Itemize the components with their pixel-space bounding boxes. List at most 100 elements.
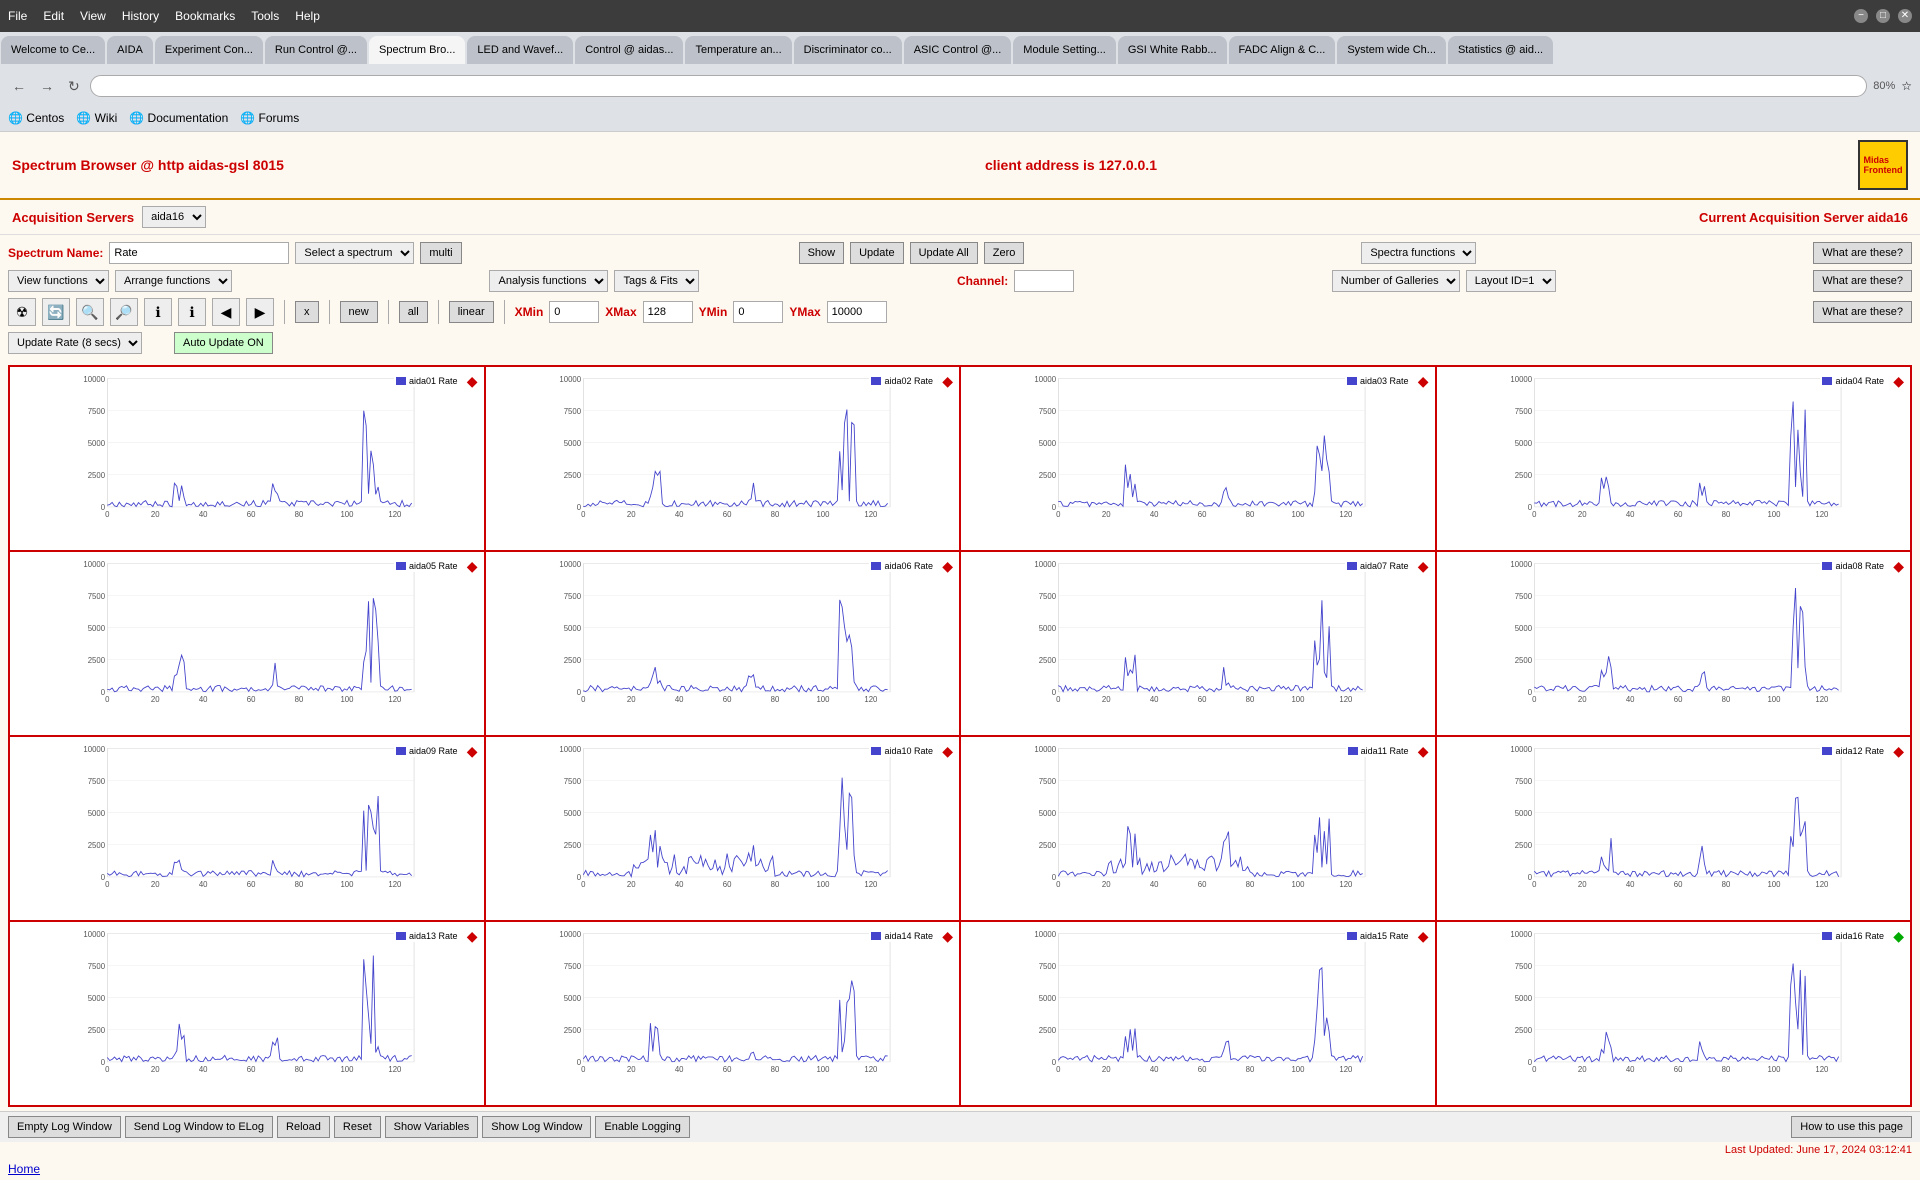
address-input[interactable]: localhost:8015/Spectrum/Spectrum.tml (90, 75, 1867, 97)
show-log-btn[interactable]: Show Log Window (482, 1116, 591, 1138)
update-all-btn[interactable]: Update All (910, 242, 978, 264)
empty-log-btn[interactable]: Empty Log Window (8, 1116, 121, 1138)
enable-logging-btn[interactable]: Enable Logging (595, 1116, 689, 1138)
tab-control[interactable]: Control @ aidas... (575, 36, 683, 64)
tab-temperature[interactable]: Temperature an... (685, 36, 791, 64)
chart-cell-aida04[interactable]: ◆ aida04 Rate 02500500075001000002040608… (1437, 367, 1913, 552)
menu-edit[interactable]: Edit (43, 9, 64, 23)
what-are-these-2-btn[interactable]: What are these? (1813, 270, 1912, 292)
bookmark-star[interactable]: ☆ (1901, 79, 1912, 93)
channel-input[interactable] (1014, 270, 1074, 292)
maximize-btn[interactable]: □ (1876, 9, 1890, 23)
update-icon-btn[interactable]: 🔄 (42, 298, 70, 326)
tab-statistics[interactable]: Statistics @ aid... (1448, 36, 1553, 64)
select-spectrum-dropdown[interactable]: Select a spectrum (295, 242, 414, 264)
home-link[interactable]: Home (8, 1162, 40, 1176)
tab-asic[interactable]: ASIC Control @... (904, 36, 1012, 64)
chart-cell-aida11[interactable]: ◆ aida11 Rate 02500500075001000002040608… (961, 737, 1437, 922)
info2-icon-btn[interactable]: ℹ (178, 298, 206, 326)
bookmark-documentation[interactable]: 🌐 Documentation (129, 111, 228, 125)
show-btn[interactable]: Show (799, 242, 845, 264)
tab-led[interactable]: LED and Wavef... (467, 36, 573, 64)
chart-cell-aida06[interactable]: ◆ aida06 Rate 02500500075001000002040608… (486, 552, 962, 737)
reload-btn[interactable]: ↻ (64, 76, 84, 97)
tab-aida[interactable]: AIDA (107, 36, 153, 64)
back-btn[interactable]: ← (8, 76, 30, 96)
xmin-input[interactable] (549, 301, 599, 323)
ctrl-row-4: Update Rate (8 secs) Auto Update ON (8, 329, 1912, 357)
chart-cell-aida07[interactable]: ◆ aida07 Rate 02500500075001000002040608… (961, 552, 1437, 737)
arrange-functions-select[interactable]: Arrange functions (115, 270, 232, 292)
radiation-icon-btn[interactable]: ☢ (8, 298, 36, 326)
linear-btn[interactable]: linear (449, 301, 494, 323)
zero-btn[interactable]: Zero (984, 242, 1025, 264)
chart-cell-aida05[interactable]: ◆ aida05 Rate 02500500075001000002040608… (10, 552, 486, 737)
all-btn[interactable]: all (399, 301, 428, 323)
auto-update-btn[interactable]: Auto Update ON (174, 332, 273, 354)
x-btn[interactable]: x (295, 301, 319, 323)
chart-cell-aida02[interactable]: ◆ aida02 Rate 02500500075001000002040608… (486, 367, 962, 552)
tab-welcome[interactable]: Welcome to Ce... (1, 36, 105, 64)
tab-run-control[interactable]: Run Control @... (265, 36, 367, 64)
acq-server-select[interactable]: aida16 (142, 206, 206, 228)
forward-btn[interactable]: → (36, 76, 58, 96)
tags-fits-select[interactable]: Tags & Fits (614, 270, 699, 292)
chart-cell-aida16[interactable]: ◆ aida16 Rate 02500500075001000002040608… (1437, 922, 1913, 1107)
close-btn[interactable]: ✕ (1898, 9, 1912, 23)
update-btn[interactable]: Update (850, 242, 903, 264)
bookmark-wiki[interactable]: 🌐 Wiki (76, 111, 117, 125)
xmax-input[interactable] (643, 301, 693, 323)
tab-gsi[interactable]: GSI White Rabb... (1118, 36, 1227, 64)
chart-cell-aida12[interactable]: ◆ aida12 Rate 02500500075001000002040608… (1437, 737, 1913, 922)
ymax-input[interactable] (827, 301, 887, 323)
tab-system[interactable]: System wide Ch... (1337, 36, 1446, 64)
update-rate-select[interactable]: Update Rate (8 secs) (8, 332, 142, 354)
bookmark-forums[interactable]: 🌐 Forums (240, 111, 299, 125)
spectra-functions-select[interactable]: Spectra functions (1361, 242, 1476, 264)
menu-file[interactable]: File (8, 9, 27, 23)
spectrum-name-input[interactable] (109, 242, 289, 264)
chart-cell-aida03[interactable]: ◆ aida03 Rate 02500500075001000002040608… (961, 367, 1437, 552)
chart-cell-aida09[interactable]: ◆ aida09 Rate 02500500075001000002040608… (10, 737, 486, 922)
reload-btn[interactable]: Reload (277, 1116, 330, 1138)
tab-fadc[interactable]: FADC Align & C... (1229, 36, 1336, 64)
number-galleries-select[interactable]: Number of Galleries (1332, 270, 1460, 292)
zoom-out-icon-btn[interactable]: 🔎 (110, 298, 138, 326)
next-icon-btn[interactable]: ▶ (246, 298, 274, 326)
reset-btn[interactable]: Reset (334, 1116, 381, 1138)
multi-btn[interactable]: multi (420, 242, 461, 264)
what-are-these-3-btn[interactable]: What are these? (1813, 301, 1912, 323)
layout-select[interactable]: Layout ID=1 (1466, 270, 1556, 292)
minimize-btn[interactable]: − (1854, 9, 1868, 23)
menu-history[interactable]: History (122, 9, 159, 23)
tab-experiment[interactable]: Experiment Con... (155, 36, 263, 64)
chart-cell-aida08[interactable]: ◆ aida08 Rate 02500500075001000002040608… (1437, 552, 1913, 737)
zoom-in-icon-btn[interactable]: 🔍 (76, 298, 104, 326)
chart-cell-aida10[interactable]: ◆ aida10 Rate 02500500075001000002040608… (486, 737, 962, 922)
view-functions-select[interactable]: View functions (8, 270, 109, 292)
how-to-use-btn[interactable]: How to use this page (1791, 1116, 1912, 1138)
analysis-functions-select[interactable]: Analysis functions (489, 270, 608, 292)
chart-cell-aida15[interactable]: ◆ aida15 Rate 02500500075001000002040608… (961, 922, 1437, 1107)
bookmark-centos[interactable]: 🌐 Centos (8, 111, 64, 125)
new-btn[interactable]: new (340, 301, 378, 323)
chart-cell-aida01[interactable]: ◆ aida01 Rate 02500500075001000002040608… (10, 367, 486, 552)
svg-text:100: 100 (340, 510, 354, 518)
svg-text:80: 80 (295, 695, 304, 703)
menu-tools[interactable]: Tools (251, 9, 279, 23)
chart-cell-aida13[interactable]: ◆ aida13 Rate 02500500075001000002040608… (10, 922, 486, 1107)
menu-help[interactable]: Help (295, 9, 320, 23)
show-variables-btn[interactable]: Show Variables (385, 1116, 479, 1138)
tab-discriminator[interactable]: Discriminator co... (794, 36, 902, 64)
svg-text:2500: 2500 (563, 1026, 581, 1035)
menu-bookmarks[interactable]: Bookmarks (175, 9, 235, 23)
prev-icon-btn[interactable]: ◀ (212, 298, 240, 326)
send-log-btn[interactable]: Send Log Window to ELog (125, 1116, 273, 1138)
tab-spectrum[interactable]: Spectrum Bro... (369, 36, 465, 64)
info-icon-btn[interactable]: ℹ (144, 298, 172, 326)
menu-view[interactable]: View (80, 9, 106, 23)
ymin-input[interactable] (733, 301, 783, 323)
tab-module[interactable]: Module Setting... (1013, 36, 1116, 64)
what-are-these-1-btn[interactable]: What are these? (1813, 242, 1912, 264)
chart-cell-aida14[interactable]: ◆ aida14 Rate 02500500075001000002040608… (486, 922, 962, 1107)
